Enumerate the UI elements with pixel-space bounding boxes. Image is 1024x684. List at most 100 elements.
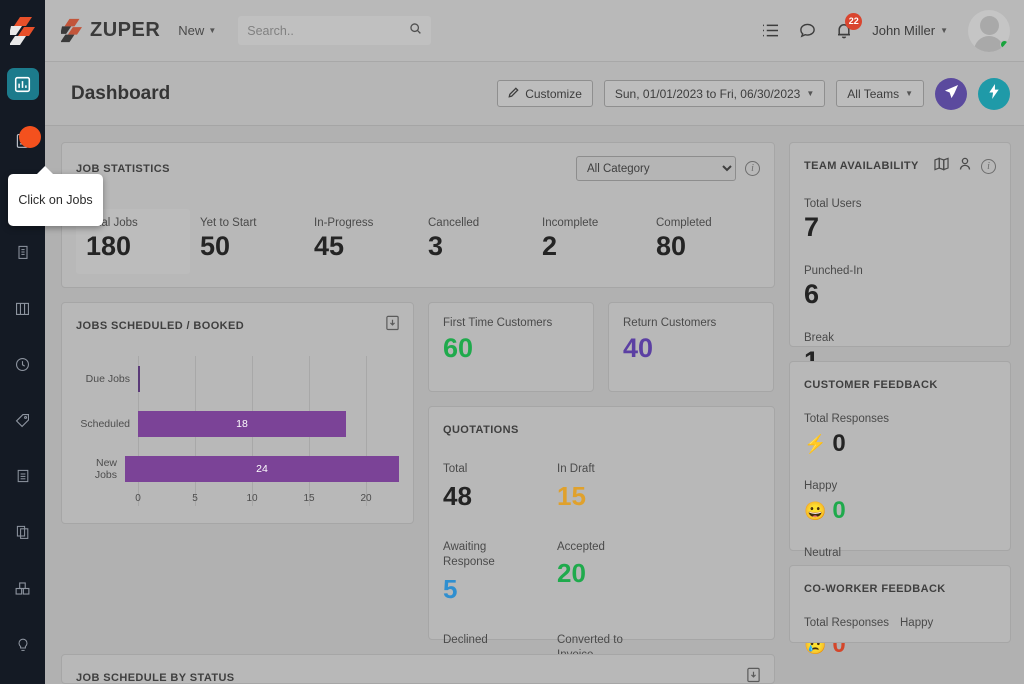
- quotation-label: Awaiting Response: [443, 540, 495, 569]
- category-filter-select[interactable]: All Category: [576, 156, 736, 181]
- return-customers-value: 40: [623, 333, 654, 364]
- stat-incomplete[interactable]: Incomplete 2: [532, 209, 646, 274]
- send-announcement-button[interactable]: [935, 77, 967, 110]
- customize-button[interactable]: Customize: [497, 80, 593, 107]
- team-availability-panel: TEAM AVAILABILITY i Total Users 7 Punche…: [789, 142, 1011, 443]
- sidebar-item-jobs[interactable]: [0, 118, 45, 162]
- team-value: 7: [804, 212, 820, 242]
- bar-track: [138, 356, 399, 401]
- bar-fill[interactable]: [138, 365, 140, 392]
- info-icon[interactable]: i: [981, 158, 996, 174]
- person-pin-icon[interactable]: [958, 156, 972, 176]
- download-clipboard-icon[interactable]: [385, 314, 400, 336]
- tag-icon: [7, 404, 39, 436]
- customer-feedback-title: CUSTOMER FEEDBACK: [804, 379, 938, 391]
- teams-filter[interactable]: All Teams ▼: [836, 80, 924, 107]
- teams-filter-label: All Teams: [847, 86, 900, 101]
- stat-completed[interactable]: Completed 80: [646, 209, 760, 274]
- boxes-icon: [7, 572, 39, 604]
- download-clipboard-icon[interactable]: [746, 666, 761, 683]
- quotation-in-draft[interactable]: In Draft 15: [557, 462, 671, 512]
- info-icon[interactable]: i: [745, 161, 760, 176]
- notifications-bell-icon[interactable]: 22: [836, 12, 863, 40]
- copy-document-icon: [7, 516, 39, 548]
- bar-row-new-jobs: New Jobs 24: [76, 446, 399, 491]
- chat-icon[interactable]: [799, 22, 816, 39]
- bulb-icon: [7, 628, 39, 660]
- quotation-label: Declined: [443, 633, 488, 646]
- brand-name: ZUPER: [90, 19, 161, 41]
- page-title: Dashboard: [71, 82, 171, 104]
- stat-cancelled[interactable]: Cancelled 3: [418, 209, 532, 274]
- user-menu[interactable]: John Miller ▼: [872, 23, 948, 38]
- team-total-users: Total Users 7: [804, 198, 901, 243]
- online-status-dot: [1000, 39, 1009, 49]
- quotation-awaiting-response[interactable]: Awaiting Response 5: [443, 540, 557, 605]
- quotation-value: 5: [443, 573, 458, 604]
- app-root: ZUPER New ▼ Search.. 22 John Miller ▼ Da…: [0, 0, 1024, 684]
- team-value: 6: [804, 279, 820, 309]
- new-menu-label: New: [178, 23, 205, 38]
- sidebar-item-quotes[interactable]: [0, 510, 45, 554]
- job-statistics-panel: JOB STATISTICS All Category i Total Jobs…: [61, 142, 775, 289]
- feedback-label: Happy: [900, 617, 934, 629]
- dashboard-content: JOB STATISTICS All Category i Total Jobs…: [45, 126, 1024, 684]
- customer-feedback-panel: CUSTOMER FEEDBACK Total Responses ⚡ 0 Ha…: [789, 361, 1011, 658]
- tooltip-arrow-icon: [36, 166, 54, 175]
- brand-logo[interactable]: ZUPER: [61, 18, 160, 43]
- page-header-tools: Customize Sun, 01/01/2023 to Fri, 06/30/…: [497, 77, 1010, 110]
- avatar-head: [979, 15, 999, 35]
- bar-chart-icon: [6, 68, 39, 100]
- list-view-icon[interactable]: [762, 23, 779, 38]
- return-customers-card[interactable]: Return Customers 40: [608, 302, 774, 393]
- quotation-accepted[interactable]: Accepted 20: [557, 540, 671, 605]
- job-schedule-status-title: JOB SCHEDULE BY STATUS: [76, 672, 235, 684]
- paper-plane-icon: [944, 84, 959, 104]
- sidebar-item-properties[interactable]: [0, 230, 45, 274]
- clock-icon: [7, 348, 39, 380]
- quick-actions-button[interactable]: [978, 77, 1010, 110]
- stat-in-progress[interactable]: In-Progress 45: [304, 209, 418, 274]
- date-range-picker[interactable]: Sun, 01/01/2023 to Fri, 06/30/2023 ▼: [603, 80, 826, 107]
- return-customers-label: Return Customers: [623, 317, 717, 330]
- sidebar-item-checklist[interactable]: [0, 454, 45, 498]
- stat-yet-to-start[interactable]: Yet to Start 50: [190, 209, 304, 274]
- customer-cards-row: First Time Customers 60 Return Customers…: [428, 302, 775, 393]
- quotation-total[interactable]: Total 48: [443, 462, 557, 512]
- onboarding-tooltip[interactable]: Click on Jobs: [8, 166, 103, 226]
- map-icon[interactable]: [934, 157, 949, 176]
- coworker-happy: Happy: [900, 617, 996, 629]
- sidebar-item-tags[interactable]: [0, 398, 45, 442]
- sidebar-item-schedule[interactable]: [0, 286, 45, 330]
- search-box[interactable]: [238, 16, 432, 45]
- avatar[interactable]: [968, 9, 1010, 52]
- stat-label: Completed: [656, 217, 712, 229]
- dashboard-right-column: TEAM AVAILABILITY i Total Users 7 Punche…: [789, 142, 1011, 684]
- first-time-customers-card[interactable]: First Time Customers 60: [428, 302, 594, 393]
- new-menu-button[interactable]: New ▼: [178, 23, 216, 38]
- stat-label: Yet to Start: [200, 217, 257, 229]
- feedback-total-responses: Total Responses ⚡ 0: [804, 413, 901, 458]
- stat-label: Incomplete: [542, 217, 599, 229]
- job-statistics-cells: Total Jobs 180 Yet to Start 50 In-Progre…: [76, 209, 760, 275]
- sidebar-item-parts[interactable]: [0, 566, 45, 610]
- sidebar-item-more[interactable]: [0, 622, 45, 666]
- quotation-label: Accepted: [557, 540, 605, 553]
- search-icon[interactable]: [409, 22, 422, 40]
- bar-track: 18: [138, 401, 399, 446]
- bar-fill[interactable]: 24: [125, 455, 399, 482]
- pencil-icon: [508, 86, 519, 101]
- jobs-scheduled-title: JOBS SCHEDULED / BOOKED: [76, 320, 245, 333]
- quotation-label: In Draft: [557, 463, 595, 476]
- sidebar-item-dashboard[interactable]: [0, 62, 45, 106]
- x-tick: 5: [192, 493, 198, 505]
- search-input[interactable]: [247, 23, 408, 38]
- zuper-logo-mark[interactable]: [0, 0, 45, 62]
- jobs-scheduled-chart: Due Jobs Scheduled 18 New Jobs 24 0 5 10…: [76, 356, 399, 507]
- feedback-label: Neutral: [804, 547, 842, 559]
- sidebar-item-timesheet[interactable]: [0, 342, 45, 386]
- bar-value-label: 24: [256, 462, 268, 475]
- coworker-total-responses: Total Responses: [804, 617, 900, 629]
- bar-fill[interactable]: 18: [138, 410, 346, 437]
- stat-value: 2: [542, 231, 558, 261]
